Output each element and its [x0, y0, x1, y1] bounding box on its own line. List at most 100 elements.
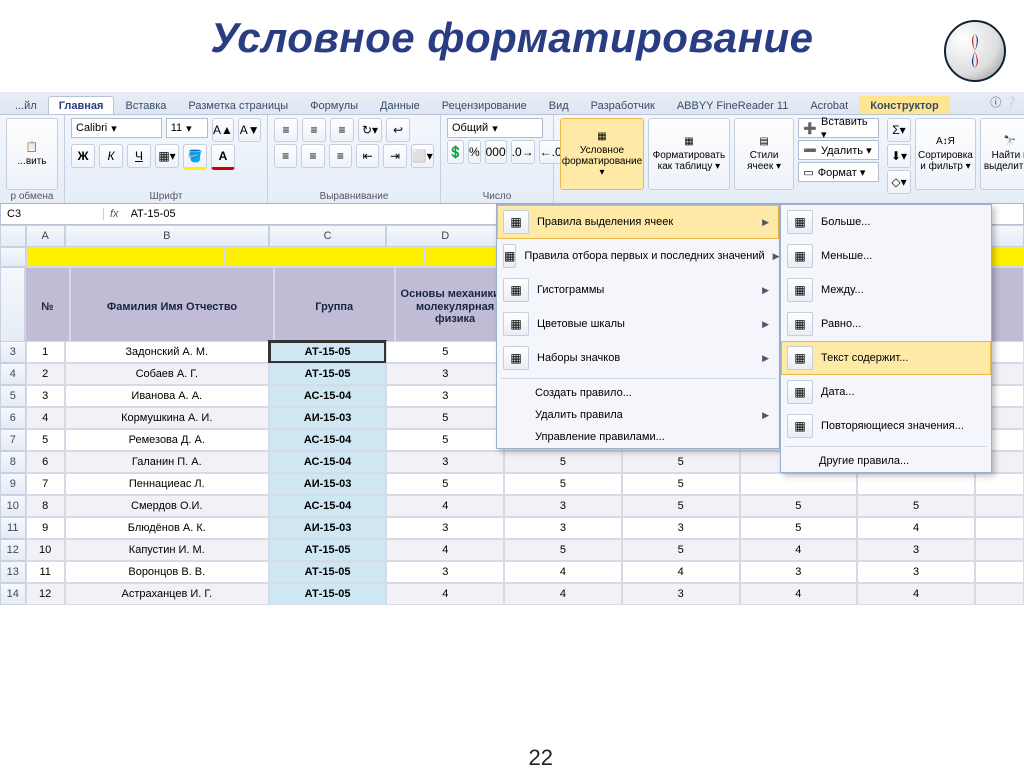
cell-group[interactable]: АИ-15-03 [269, 473, 387, 495]
row-header[interactable]: 3 [0, 341, 26, 363]
insert-rows-button[interactable]: ➕ Вставить ▾ [798, 118, 879, 138]
cell-mark[interactable]: 5 [740, 495, 858, 517]
cell-mark[interactable] [975, 473, 1024, 495]
cell-group[interactable]: АС-15-04 [269, 451, 387, 473]
bold-button[interactable]: Ж [71, 144, 95, 168]
cell-mark[interactable]: 3 [622, 517, 740, 539]
column-header[interactable]: A [26, 225, 65, 247]
number-format-select[interactable]: Общий ▾ [447, 118, 543, 138]
cell-fio[interactable]: Ремезова Д. А. [65, 429, 269, 451]
fill-color-button[interactable]: 🪣 [183, 144, 207, 170]
menu-item[interactable]: Управление правилами... [497, 426, 779, 448]
cell-mark[interactable]: 4 [504, 561, 622, 583]
cell-fio[interactable]: Кормушкина А. И. [65, 407, 269, 429]
tab-home[interactable]: Главная [48, 96, 115, 114]
cell-mark[interactable]: 5 [740, 517, 858, 539]
row-header[interactable]: 7 [0, 429, 26, 451]
cell-fio[interactable]: Смердов О.И. [65, 495, 269, 517]
menu-item[interactable]: ▦Гистограммы▶ [497, 273, 779, 307]
tab-view[interactable]: Вид [538, 96, 580, 114]
cell-mark[interactable]: 3 [504, 517, 622, 539]
row-header[interactable]: 9 [0, 473, 26, 495]
cell-number[interactable]: 12 [26, 583, 65, 605]
borders-button[interactable]: ▦▾ [155, 144, 179, 168]
menu-item[interactable]: ▦Равно... [781, 307, 991, 341]
cell-number[interactable]: 2 [26, 363, 65, 385]
cell-mark[interactable]: 4 [857, 517, 975, 539]
cell-mark[interactable]: 4 [740, 539, 858, 561]
cell-fio[interactable]: Астраханцев И. Г. [65, 583, 269, 605]
cell-mark[interactable]: 5 [504, 473, 622, 495]
cell-mark[interactable] [975, 495, 1024, 517]
cell-mark[interactable] [975, 517, 1024, 539]
increase-decimal-icon[interactable]: .0→ [511, 140, 535, 164]
fill-icon[interactable]: ⬇▾ [887, 144, 911, 168]
cell-mark[interactable]: 5 [622, 451, 740, 473]
paste-button[interactable]: 📋 ...вить [6, 118, 58, 190]
font-family-select[interactable]: Calibri ▾ [71, 118, 162, 138]
tab-abbyy[interactable]: ABBYY FineReader 11 [666, 96, 800, 114]
cell-group[interactable]: АТ-15-05 [269, 363, 387, 385]
menu-item[interactable]: ▦Наборы значков▶ [497, 341, 779, 375]
help-controls[interactable]: ⓘ ❔ [990, 94, 1018, 110]
wrap-text-button[interactable]: ↩ [386, 118, 410, 142]
cell-mark[interactable] [740, 473, 858, 495]
delete-rows-button[interactable]: ➖ Удалить ▾ [798, 140, 879, 160]
tab-table-design[interactable]: Конструктор [859, 96, 949, 114]
cell-fio[interactable]: Блюдёнов А. К. [65, 517, 269, 539]
cell-group[interactable]: АС-15-04 [269, 495, 387, 517]
cell-number[interactable]: 6 [26, 451, 65, 473]
cell-mark[interactable]: 5 [857, 495, 975, 517]
cell-number[interactable]: 5 [26, 429, 65, 451]
decrease-font-icon[interactable]: A▼ [238, 118, 261, 142]
tab-review[interactable]: Рецензирование [431, 96, 538, 114]
increase-font-icon[interactable]: A▲ [212, 118, 235, 142]
clear-icon[interactable]: ◇▾ [887, 170, 911, 194]
cell-mark[interactable]: 3 [622, 583, 740, 605]
menu-item[interactable]: ▦Повторяющиеся значения... [781, 409, 991, 443]
cell-mark[interactable]: 5 [386, 473, 504, 495]
row-header[interactable]: 12 [0, 539, 26, 561]
table-header[interactable]: Группа [274, 267, 395, 347]
menu-item[interactable]: Удалить правила▶ [497, 404, 779, 426]
row-header[interactable]: 10 [0, 495, 26, 517]
cell-mark[interactable]: 5 [386, 429, 504, 451]
cell-mark[interactable]: 5 [622, 539, 740, 561]
format-cells-button[interactable]: ▭ Формат ▾ [798, 162, 879, 182]
conditional-formatting-button[interactable]: ▦ Условное форматирование ▾ [560, 118, 644, 190]
cell-number[interactable]: 11 [26, 561, 65, 583]
sort-filter-button[interactable]: А↕Я Сортировка и фильтр ▾ [915, 118, 976, 190]
cell[interactable] [225, 247, 425, 267]
select-all-corner[interactable] [0, 225, 26, 247]
cell-mark[interactable]: 3 [386, 385, 504, 407]
cell-mark[interactable] [857, 473, 975, 495]
cell-mark[interactable] [975, 583, 1024, 605]
autosum-icon[interactable]: Σ▾ [887, 118, 911, 142]
menu-item[interactable]: ▦Текст содержит... [781, 341, 991, 375]
align-center-icon[interactable]: ≡ [301, 144, 324, 168]
menu-item[interactable]: Создать правило... [497, 382, 779, 404]
cell-mark[interactable]: 5 [504, 539, 622, 561]
cell-mark[interactable]: 5 [504, 451, 622, 473]
row-header[interactable]: 6 [0, 407, 26, 429]
cell-number[interactable]: 8 [26, 495, 65, 517]
table-header[interactable]: № [25, 267, 71, 347]
cell-mark[interactable]: 3 [504, 495, 622, 517]
cell-mark[interactable] [975, 561, 1024, 583]
cell-number[interactable]: 7 [26, 473, 65, 495]
menu-item[interactable]: ▦Цветовые шкалы▶ [497, 307, 779, 341]
cell-group[interactable]: АТ-15-05 [269, 341, 387, 363]
align-right-icon[interactable]: ≡ [329, 144, 352, 168]
cell-mark[interactable]: 3 [386, 451, 504, 473]
tab-insert[interactable]: Вставка [114, 96, 177, 114]
cell-fio[interactable]: Задонский А. М. [65, 341, 269, 363]
tab-acrobat[interactable]: Acrobat [799, 96, 859, 114]
font-size-select[interactable]: 11 ▾ [166, 118, 208, 138]
cell-mark[interactable]: 5 [622, 473, 740, 495]
fx-icon[interactable]: fx [104, 208, 125, 220]
cell-group[interactable]: АС-15-04 [269, 429, 387, 451]
menu-item[interactable]: ▦Между... [781, 273, 991, 307]
cell-mark[interactable]: 5 [622, 495, 740, 517]
cell-number[interactable]: 1 [26, 341, 65, 363]
cell-mark[interactable] [975, 539, 1024, 561]
